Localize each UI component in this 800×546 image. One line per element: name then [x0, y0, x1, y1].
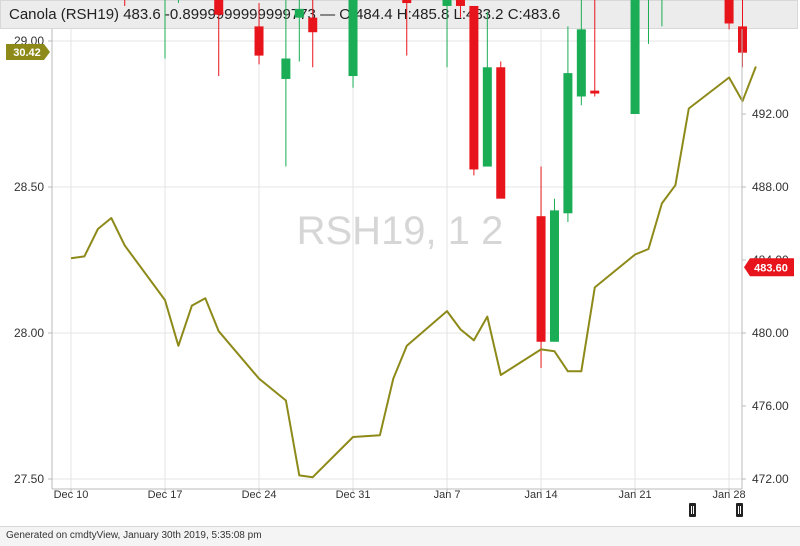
x-axis-label: Jan 28: [713, 489, 746, 501]
right-axis-label: 476.00: [752, 399, 789, 413]
candle-body: [724, 0, 734, 24]
candle-body: [442, 0, 452, 6]
candle-body: [254, 26, 264, 56]
right-current-label: 483.60: [754, 262, 788, 274]
candle-body: [308, 17, 318, 33]
candle-body: [496, 67, 506, 199]
x-axis-label: Dec 24: [242, 489, 277, 501]
chart-footer: Generated on cmdtyView, January 30th 201…: [0, 526, 800, 546]
watermark-text: RSH19, 1 2: [297, 209, 504, 253]
price-chart[interactable]: RSH19, 1 2 27.5028.0028.5029.0029.5030.0…: [0, 0, 800, 526]
candle-body: [281, 58, 291, 79]
scroll-handle-left[interactable]: [689, 503, 696, 517]
candle-body: [536, 216, 546, 342]
candle-body: [590, 90, 600, 94]
chart-watermark: RSH19, 1 2: [297, 209, 504, 253]
candle-body: [630, 0, 640, 114]
candle-body: [348, 0, 358, 77]
left-current-label: 30.42: [13, 47, 41, 59]
scroll-handle-right[interactable]: [736, 503, 743, 517]
x-axis-label: Jan 21: [619, 489, 652, 501]
right-axis-label: 488.00: [752, 180, 789, 194]
x-axis-label: Dec 10: [54, 489, 89, 501]
candle-body: [214, 0, 224, 15]
x-axis-label: Jan 7: [434, 489, 461, 501]
candle-body: [402, 0, 412, 4]
candle-body: [563, 73, 573, 214]
left-axis-label: 28.50: [14, 180, 44, 194]
x-axis-label: Dec 31: [336, 489, 371, 501]
candle-body: [469, 5, 479, 170]
candle-body: [455, 0, 465, 6]
x-axis-label: Dec 17: [148, 489, 183, 501]
candle-body: [482, 67, 492, 167]
candle-body: [294, 8, 304, 18]
left-axis-label: 28.00: [14, 326, 44, 340]
right-axis-label: 472.00: [752, 472, 789, 486]
x-axis-label: Jan 14: [525, 489, 558, 501]
generated-on-text: Generated on cmdtyView, January 30th 201…: [6, 530, 262, 541]
right-axis-label: 480.00: [752, 326, 789, 340]
right-axis-label: 492.00: [752, 107, 789, 121]
candle-body: [576, 29, 586, 97]
candle-body: [549, 210, 559, 342]
left-axis-label: 27.50: [14, 472, 44, 486]
